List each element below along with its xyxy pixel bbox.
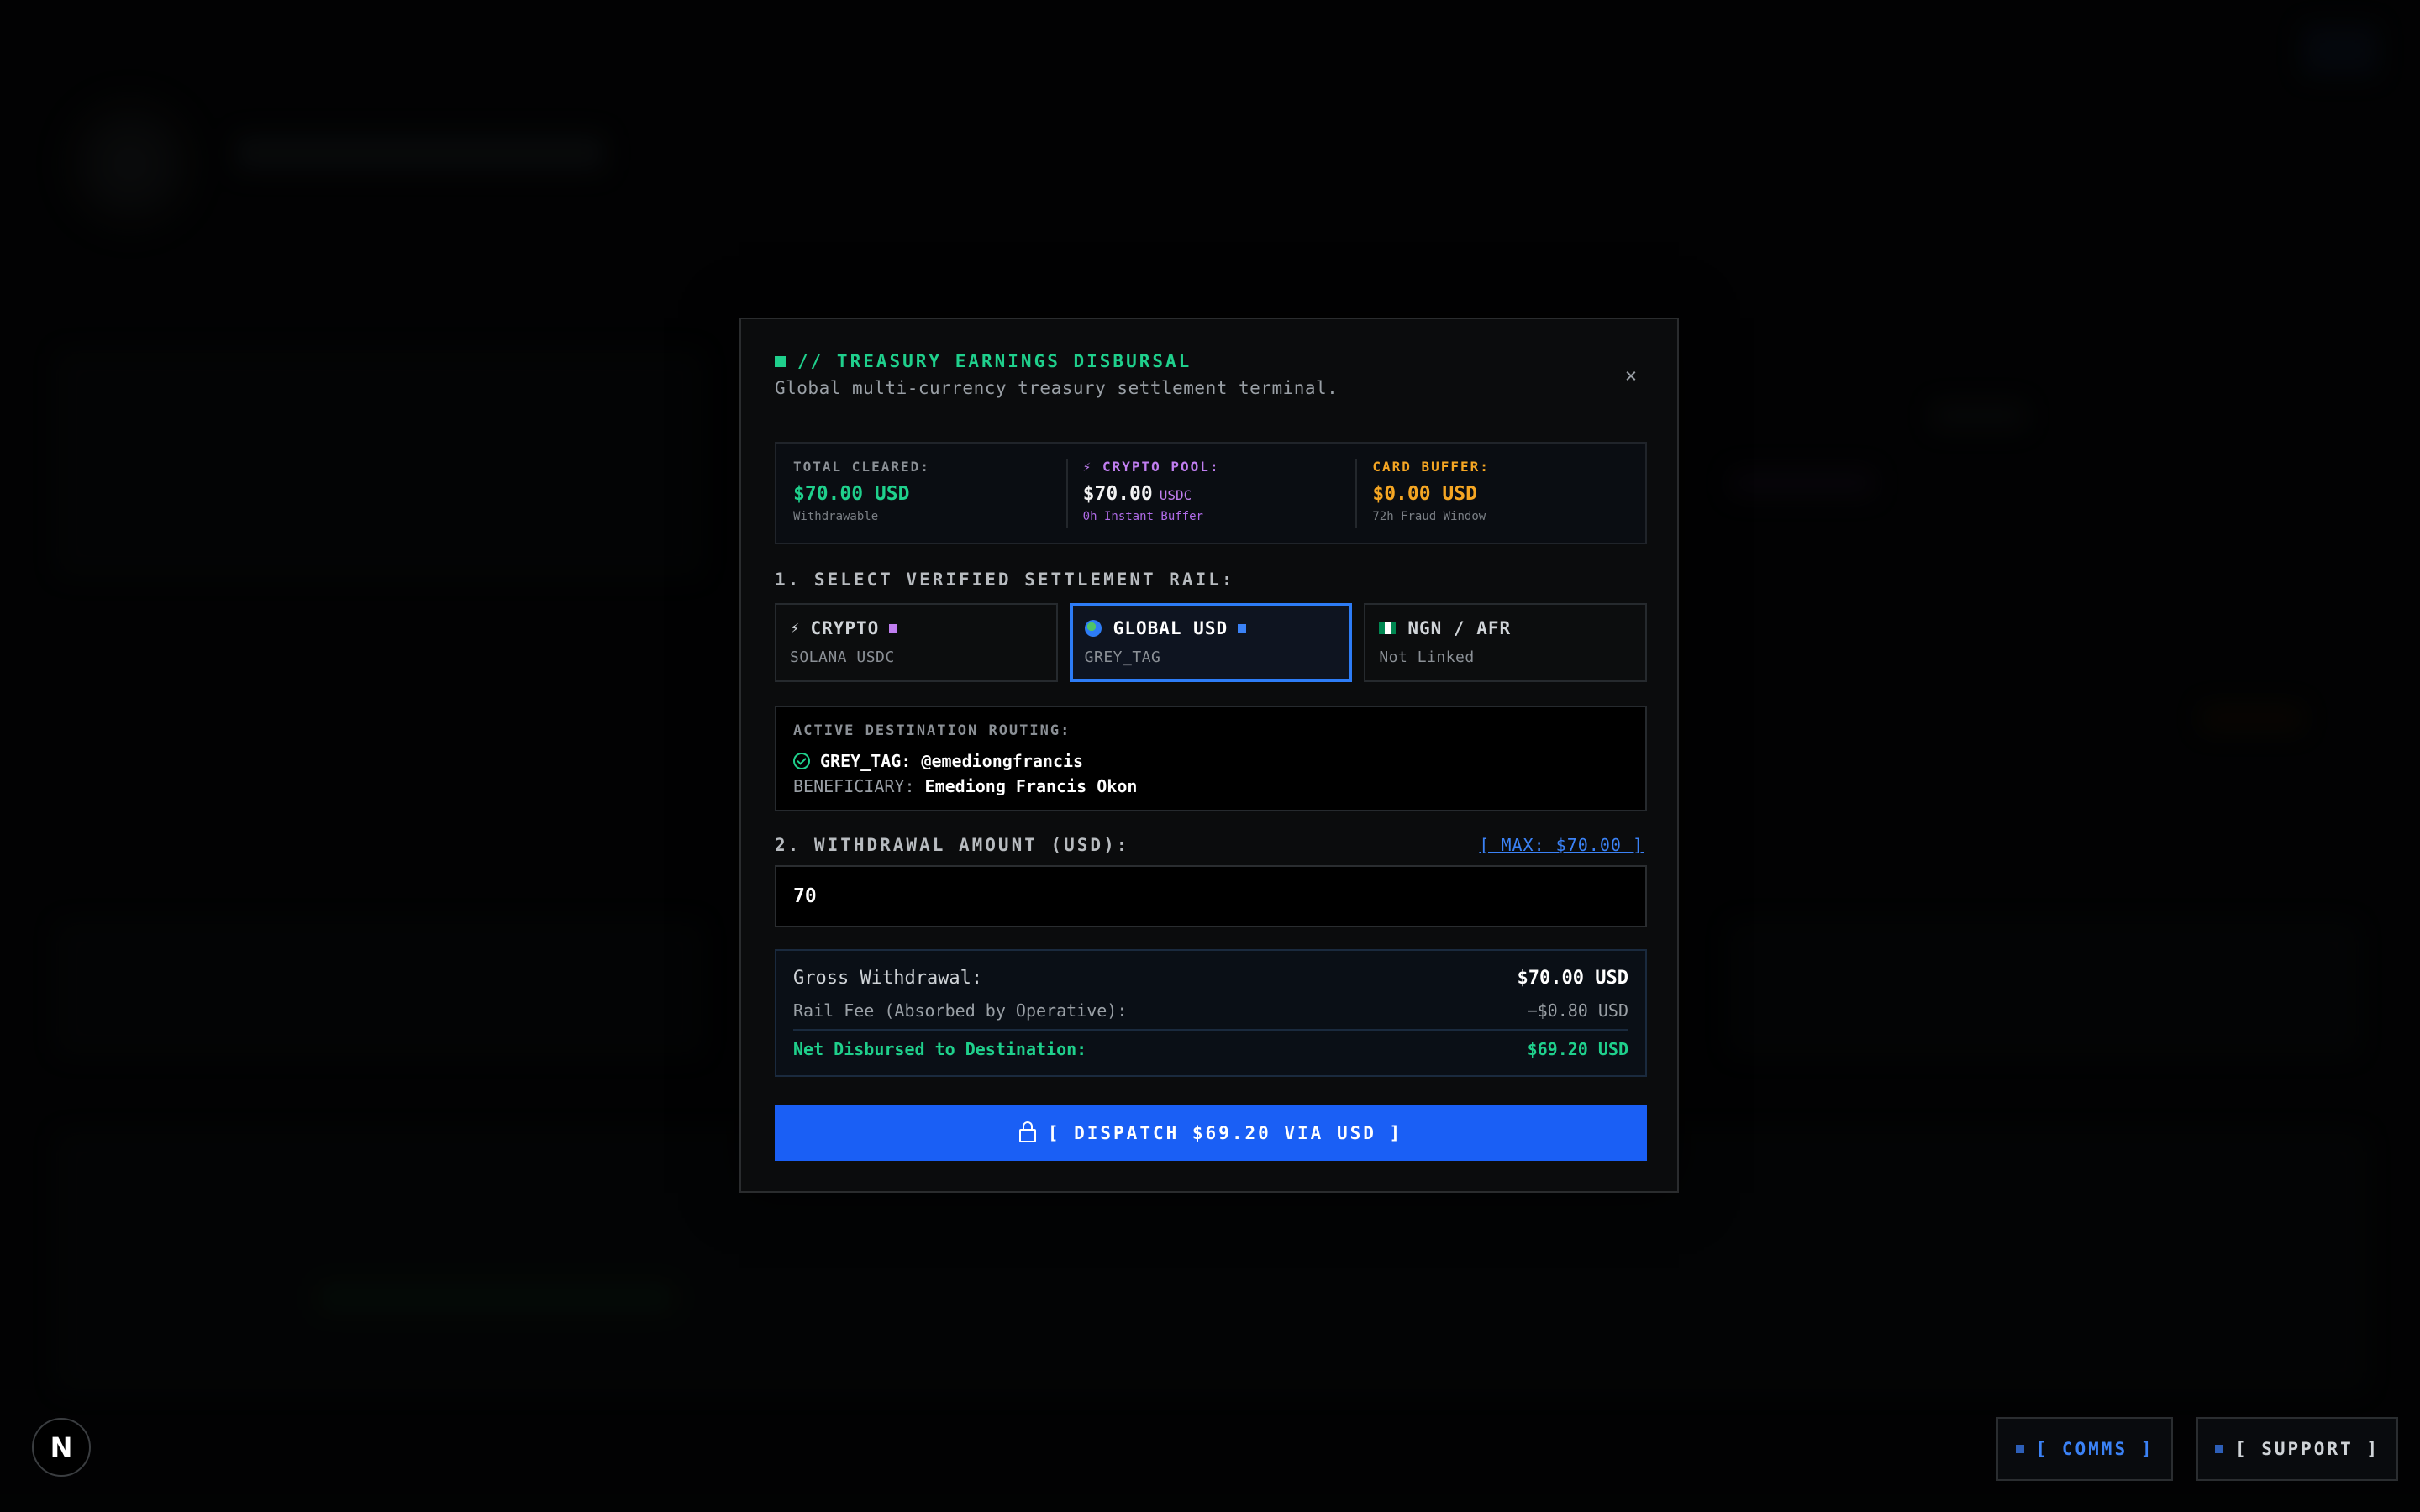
support-button[interactable]: [ SUPPORT ] xyxy=(2196,1417,2398,1481)
check-circle-icon xyxy=(793,753,810,769)
comms-label: [ COMMS ] xyxy=(2035,1439,2154,1459)
rail-option-header: GLOBAL USD xyxy=(1084,618,1338,638)
rail-name: CRYPTO xyxy=(810,618,880,638)
net-value: $69.20 USD xyxy=(1527,1039,1628,1059)
stat-total-cleared: TOTAL CLEARED: $70.00 USD Withdrawable xyxy=(776,444,1066,543)
globe-icon xyxy=(1084,620,1102,637)
stat-value: $0.00 USD xyxy=(1372,483,1477,505)
rail-section-label: 1. SELECT VERIFIED SETTLEMENT RAIL: xyxy=(775,570,1235,590)
fee-label: Rail Fee (Absorbed by Operative): xyxy=(793,1000,1128,1021)
lock-icon xyxy=(1018,1121,1036,1142)
routing-tag: GREY_TAG: @emediongfrancis xyxy=(793,751,1628,771)
modal-title: // TREASURY EARNINGS DISBURSAL xyxy=(775,351,1192,371)
rail-name: GLOBAL USD xyxy=(1113,618,1228,638)
stat-value: $70.00 USDC xyxy=(1082,483,1192,505)
routing-beneficiary: BENEFICIARY: Emediong Francis Okon xyxy=(793,776,1628,796)
status-square-icon xyxy=(889,624,898,633)
stat-label: TOTAL CLEARED: xyxy=(793,459,930,475)
fee-value: −$0.80 USD xyxy=(1527,1000,1628,1021)
withdrawal-summary: Gross Withdrawal: $70.00 USD Rail Fee (A… xyxy=(775,949,1647,1077)
rail-option-header: ⚡ CRYPTO xyxy=(790,618,1043,638)
beneficiary-label: BENEFICIARY: xyxy=(793,776,915,796)
stat-crypto-pool: ⚡ CRYPTO POOL: $70.00 USDC 0h Instant Buf… xyxy=(1065,444,1356,543)
rail-option-ngn-afr[interactable]: NGN / AFR Not Linked xyxy=(1364,603,1648,682)
rail-sub: Not Linked xyxy=(1379,648,1475,666)
dispatch-label: [ DISPATCH $69.20 VIA USD ] xyxy=(1047,1123,1403,1143)
lightning-icon: ⚡ xyxy=(790,619,801,638)
rail-sub: SOLANA USDC xyxy=(790,648,895,666)
amount-section-label: 2. WITHDRAWAL AMOUNT (USD): xyxy=(775,835,1130,855)
stat-value: $70.00 USD xyxy=(793,483,910,505)
gross-row: Gross Withdrawal: $70.00 USD xyxy=(793,968,1628,989)
status-square-icon xyxy=(1238,624,1247,633)
rail-selector: ⚡ CRYPTO SOLANA USDC GLOBAL USD GREY_TAG… xyxy=(775,603,1648,682)
stat-label: ⚡ CRYPTO POOL: xyxy=(1082,459,1220,475)
destination-routing: ACTIVE DESTINATION ROUTING: GREY_TAG: @e… xyxy=(775,706,1647,811)
gross-value: $70.00 USD xyxy=(1517,968,1628,989)
beneficiary-name: Emediong Francis Okon xyxy=(924,776,1138,796)
balance-stats: TOTAL CLEARED: $70.00 USD Withdrawable ⚡… xyxy=(775,442,1647,544)
fee-row: Rail Fee (Absorbed by Operative): −$0.80… xyxy=(793,1000,1628,1031)
n-badge-button[interactable]: N xyxy=(32,1418,91,1477)
net-row: Net Disbursed to Destination: $69.20 USD xyxy=(793,1039,1628,1059)
modal-header: // TREASURY EARNINGS DISBURSAL Global mu… xyxy=(775,351,1644,452)
stat-note: 72h Fraud Window xyxy=(1372,510,1486,523)
rail-name: NGN / AFR xyxy=(1407,618,1512,638)
support-label: [ SUPPORT ] xyxy=(2234,1439,2381,1459)
disbursal-modal: // TREASURY EARNINGS DISBURSAL Global mu… xyxy=(739,318,1679,1193)
stat-card-buffer: CARD BUFFER: $0.00 USD 72h Fraud Window xyxy=(1355,444,1645,543)
rail-option-header: NGN / AFR xyxy=(1379,618,1632,638)
stat-note: 0h Instant Buffer xyxy=(1082,510,1203,523)
rail-sub: GREY_TAG xyxy=(1084,648,1161,666)
max-amount-link[interactable]: [ MAX: $70.00 ] xyxy=(1479,835,1644,855)
withdrawal-amount-input[interactable] xyxy=(775,865,1647,927)
routing-tag-text: GREY_TAG: @emediongfrancis xyxy=(820,751,1084,771)
stat-label: CARD BUFFER: xyxy=(1372,459,1490,475)
stat-unit: USDC xyxy=(1159,487,1192,503)
modal-title-text: // TREASURY EARNINGS DISBURSAL xyxy=(797,351,1192,371)
modal-subtitle: Global multi-currency treasury settlemen… xyxy=(775,378,1339,398)
status-square-icon xyxy=(2214,1445,2223,1453)
comms-button[interactable]: [ COMMS ] xyxy=(1996,1417,2173,1481)
routing-label: ACTIVE DESTINATION ROUTING: xyxy=(793,722,1071,739)
rail-option-global-usd[interactable]: GLOBAL USD GREY_TAG xyxy=(1069,603,1353,682)
net-label: Net Disbursed to Destination: xyxy=(793,1039,1087,1059)
dispatch-button[interactable]: [ DISPATCH $69.20 VIA USD ] xyxy=(775,1105,1647,1161)
status-square-icon xyxy=(775,355,786,367)
rail-option-crypto[interactable]: ⚡ CRYPTO SOLANA USDC xyxy=(775,603,1058,682)
stat-note: Withdrawable xyxy=(793,510,879,523)
close-icon[interactable]: × xyxy=(1618,363,1644,388)
nigeria-flag-icon xyxy=(1379,622,1397,634)
gross-label: Gross Withdrawal: xyxy=(793,968,983,989)
status-square-icon xyxy=(2015,1445,2024,1453)
